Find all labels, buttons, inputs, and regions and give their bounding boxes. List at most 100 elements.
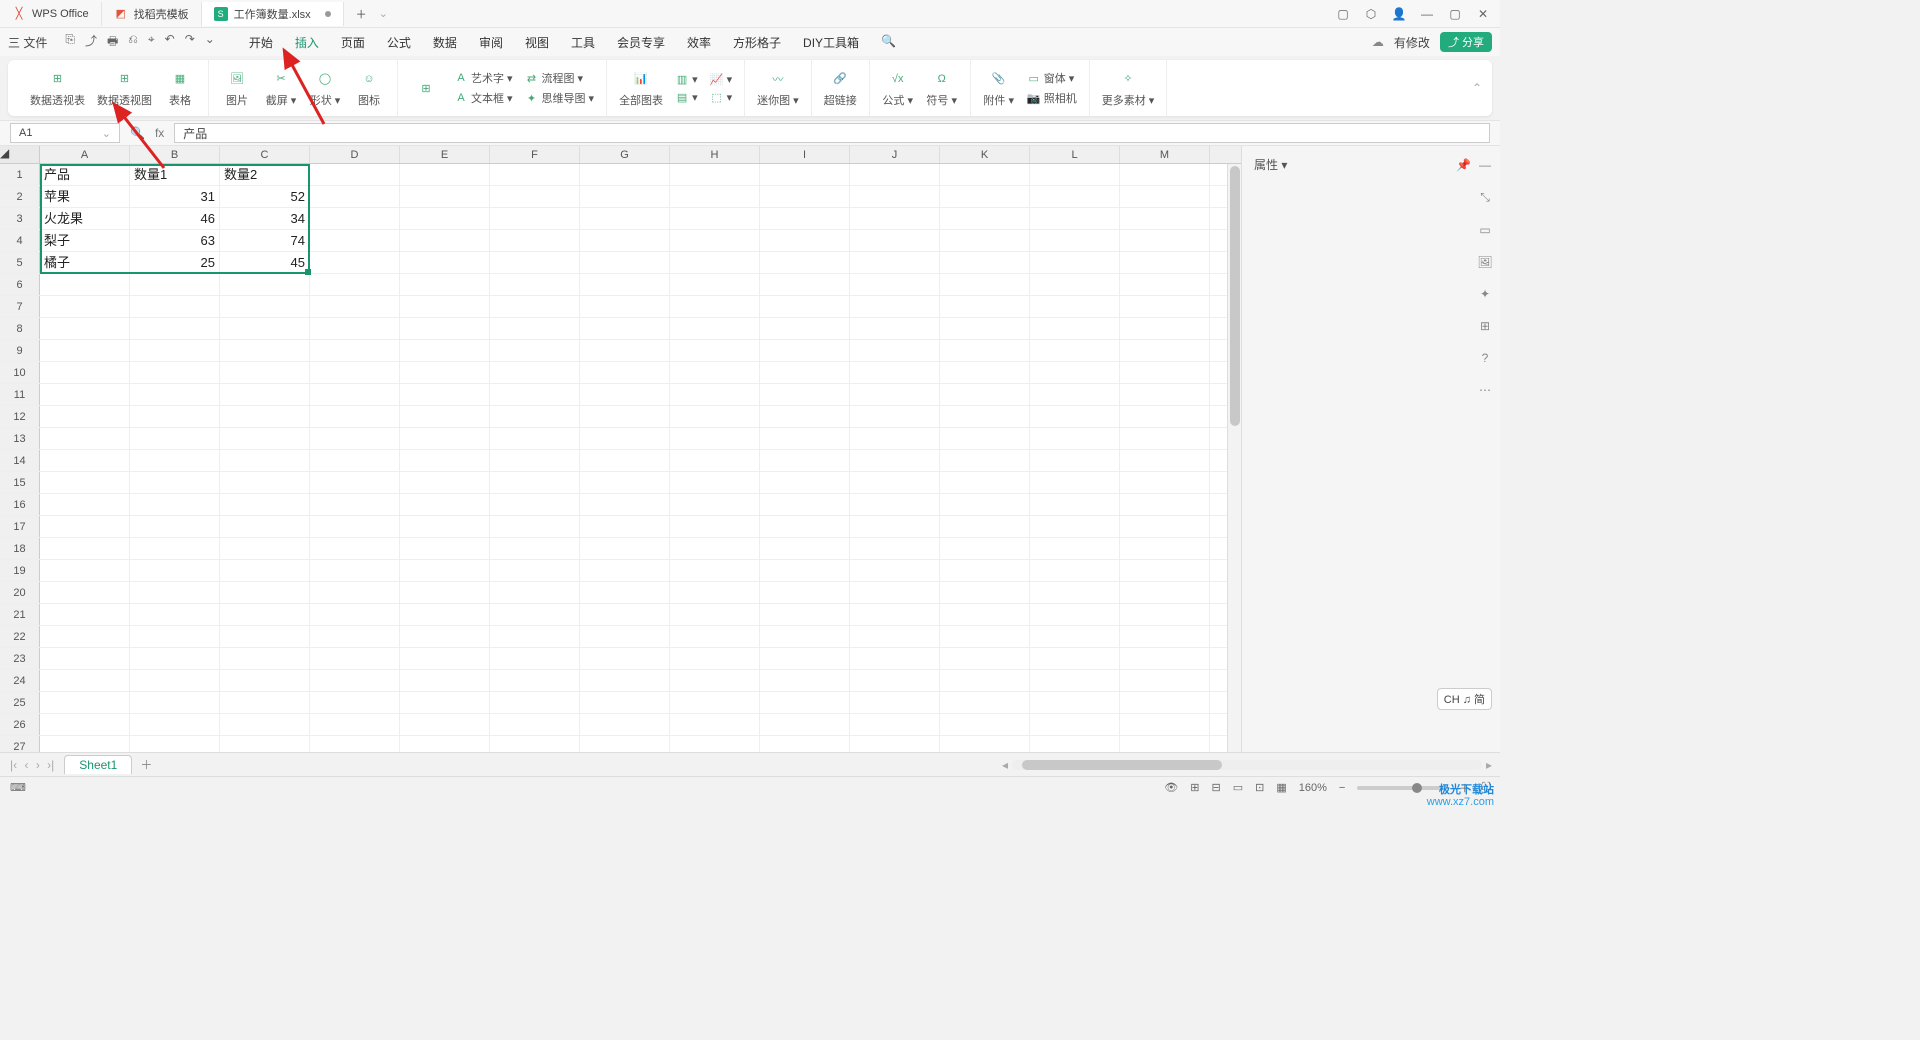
cell[interactable]	[220, 362, 310, 383]
cell[interactable]	[940, 362, 1030, 383]
cell[interactable]: 产品	[40, 164, 130, 185]
cell[interactable]	[490, 252, 580, 273]
view-eye-icon[interactable]: 👁	[1164, 781, 1178, 794]
cell[interactable]	[40, 318, 130, 339]
cell[interactable]	[130, 318, 220, 339]
cell[interactable]	[220, 538, 310, 559]
camera-button[interactable]: 📷照相机	[1027, 90, 1077, 106]
cell[interactable]	[490, 714, 580, 735]
cell[interactable]	[940, 274, 1030, 295]
picture-button[interactable]: 🖼图片	[221, 69, 253, 108]
cell[interactable]	[40, 692, 130, 713]
cell[interactable]	[670, 648, 760, 669]
cell[interactable]	[130, 692, 220, 713]
cell[interactable]	[850, 714, 940, 735]
col-M[interactable]: M	[1120, 146, 1210, 163]
cell[interactable]	[940, 714, 1030, 735]
wordart-button[interactable]: A艺术字 ▾	[454, 70, 513, 86]
col-F[interactable]: F	[490, 146, 580, 163]
cell[interactable]	[490, 296, 580, 317]
tab-tools[interactable]: 工具	[569, 30, 597, 55]
cell[interactable]	[490, 450, 580, 471]
cell[interactable]	[400, 670, 490, 691]
cell[interactable]	[940, 604, 1030, 625]
tab-insert[interactable]: 插入	[293, 30, 321, 55]
cell[interactable]	[580, 736, 670, 752]
cell[interactable]	[940, 230, 1030, 251]
cell[interactable]	[670, 582, 760, 603]
col-H[interactable]: H	[670, 146, 760, 163]
row-header[interactable]: 3	[0, 208, 40, 229]
cell[interactable]	[40, 648, 130, 669]
cell[interactable]	[220, 494, 310, 515]
ime-badge[interactable]: CH ♫ 简	[1437, 688, 1492, 710]
row-header[interactable]: 13	[0, 428, 40, 449]
cell[interactable]	[220, 384, 310, 405]
horizontal-scrollbar[interactable]: ◂▸	[160, 758, 1492, 772]
col-K[interactable]: K	[940, 146, 1030, 163]
cell[interactable]	[670, 164, 760, 185]
qa-find-icon[interactable]: ⌖	[148, 32, 155, 53]
window-close-icon[interactable]: ✕	[1476, 7, 1490, 21]
col-D[interactable]: D	[310, 146, 400, 163]
cell[interactable]	[580, 648, 670, 669]
cell[interactable]	[940, 186, 1030, 207]
tab-data[interactable]: 数据	[431, 30, 459, 55]
cell[interactable]	[490, 428, 580, 449]
symbol-button[interactable]: Ω符号 ▾	[926, 69, 958, 108]
cell[interactable]	[580, 208, 670, 229]
sheet-add-button[interactable]: ＋	[140, 756, 152, 773]
win-cube-icon[interactable]: ⬡	[1364, 7, 1378, 21]
cell[interactable]	[940, 648, 1030, 669]
cell[interactable]	[670, 538, 760, 559]
qa-more-icon[interactable]: ⌄	[205, 32, 215, 53]
cell[interactable]	[400, 714, 490, 735]
cell[interactable]	[760, 626, 850, 647]
cell[interactable]	[490, 582, 580, 603]
vertical-scrollbar[interactable]	[1227, 164, 1241, 752]
col-E[interactable]: E	[400, 146, 490, 163]
cell[interactable]	[580, 692, 670, 713]
cell[interactable]	[490, 472, 580, 493]
cell[interactable]	[670, 252, 760, 273]
cell[interactable]	[760, 450, 850, 471]
cell[interactable]: 火龙果	[40, 208, 130, 229]
cell[interactable]	[760, 164, 850, 185]
cell[interactable]	[310, 362, 400, 383]
mindmap-button[interactable]: ✦思维导图 ▾	[525, 90, 595, 106]
cell[interactable]	[850, 230, 940, 251]
row-header[interactable]: 5	[0, 252, 40, 273]
cell[interactable]	[850, 164, 940, 185]
window-maximize-icon[interactable]: ▢	[1448, 7, 1462, 21]
equation-button[interactable]: √x公式 ▾	[882, 69, 914, 108]
cell[interactable]	[580, 714, 670, 735]
cell[interactable]	[1030, 340, 1120, 361]
cell[interactable]	[760, 230, 850, 251]
cell[interactable]	[310, 318, 400, 339]
tab-search-icon[interactable]: 🔍	[879, 30, 898, 55]
cell[interactable]	[1030, 648, 1120, 669]
tool-shape-icon[interactable]: ▭	[1479, 223, 1490, 237]
screenshot-button[interactable]: ✂截屏 ▾	[265, 69, 297, 108]
cell[interactable]	[1120, 692, 1210, 713]
tab-start[interactable]: 开始	[247, 30, 275, 55]
win-box-icon[interactable]: ▢	[1336, 7, 1350, 21]
cell[interactable]	[220, 692, 310, 713]
cell[interactable]	[130, 472, 220, 493]
form-button[interactable]: ▭窗体 ▾	[1027, 70, 1077, 86]
cell[interactable]	[1030, 692, 1120, 713]
cell[interactable]	[310, 164, 400, 185]
cell[interactable]	[1030, 296, 1120, 317]
cell[interactable]	[1030, 626, 1120, 647]
cell[interactable]	[760, 186, 850, 207]
cell[interactable]	[760, 208, 850, 229]
col-C[interactable]: C	[220, 146, 310, 163]
cell[interactable]	[1120, 208, 1210, 229]
cell[interactable]	[220, 670, 310, 691]
cell[interactable]	[580, 296, 670, 317]
cell[interactable]	[760, 318, 850, 339]
cell[interactable]	[130, 648, 220, 669]
cell[interactable]	[400, 164, 490, 185]
cell[interactable]	[760, 714, 850, 735]
cell[interactable]	[1120, 230, 1210, 251]
